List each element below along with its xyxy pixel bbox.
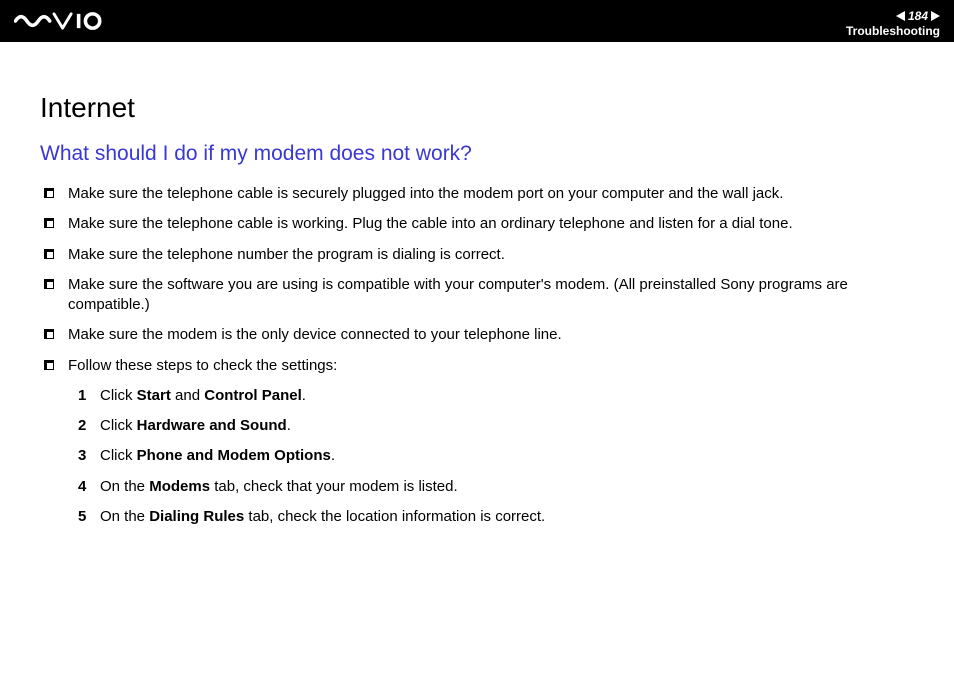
bullet-list: Make sure the telephone cable is securel… bbox=[40, 184, 914, 376]
bullet-text: Make sure the software you are using is … bbox=[68, 275, 914, 316]
vaio-logo bbox=[14, 0, 114, 42]
bullet-marker-icon bbox=[44, 218, 54, 228]
sub-heading: What should I do if my modem does not wo… bbox=[40, 142, 914, 166]
step-text: Click Start and Control Panel. bbox=[100, 386, 914, 406]
section-name: Troubleshooting bbox=[846, 24, 940, 38]
vaio-logo-svg bbox=[14, 11, 114, 31]
header-right: 184 Troubleshooting bbox=[846, 5, 940, 38]
step-text: Click Phone and Modem Options. bbox=[100, 446, 914, 466]
main-heading: Internet bbox=[40, 92, 914, 124]
step-item: 3 Click Phone and Modem Options. bbox=[78, 446, 914, 466]
bullet-marker-icon bbox=[44, 360, 54, 370]
page-content: Internet What should I do if my modem do… bbox=[0, 42, 954, 527]
step-number: 1 bbox=[78, 386, 100, 406]
numbered-steps: 1 Click Start and Control Panel. 2 Click… bbox=[40, 386, 914, 527]
bullet-item: Make sure the telephone cable is securel… bbox=[44, 184, 914, 204]
bullet-text: Make sure the telephone number the progr… bbox=[68, 245, 914, 265]
step-text: On the Modems tab, check that your modem… bbox=[100, 477, 914, 497]
bullet-marker-icon bbox=[44, 249, 54, 259]
step-item: 2 Click Hardware and Sound. bbox=[78, 416, 914, 436]
step-item: 5 On the Dialing Rules tab, check the lo… bbox=[78, 507, 914, 527]
bullet-marker-icon bbox=[44, 329, 54, 339]
page-navigation: 184 bbox=[896, 9, 940, 23]
step-item: 4 On the Modems tab, check that your mod… bbox=[78, 477, 914, 497]
step-number: 5 bbox=[78, 507, 100, 527]
bullet-item: Make sure the telephone cable is working… bbox=[44, 214, 914, 234]
header-bar: 184 Troubleshooting bbox=[0, 0, 954, 42]
bullet-text: Make sure the telephone cable is securel… bbox=[68, 184, 914, 204]
bullet-text: Make sure the telephone cable is working… bbox=[68, 214, 914, 234]
bullet-item: Make sure the software you are using is … bbox=[44, 275, 914, 316]
prev-page-arrow-icon[interactable] bbox=[896, 11, 905, 21]
step-item: 1 Click Start and Control Panel. bbox=[78, 386, 914, 406]
bullet-item: Follow these steps to check the settings… bbox=[44, 356, 914, 376]
bullet-item: Make sure the modem is the only device c… bbox=[44, 325, 914, 345]
bullet-text: Follow these steps to check the settings… bbox=[68, 356, 914, 376]
bullet-text: Make sure the modem is the only device c… bbox=[68, 325, 914, 345]
step-number: 4 bbox=[78, 477, 100, 497]
step-number: 3 bbox=[78, 446, 100, 466]
next-page-arrow-icon[interactable] bbox=[931, 11, 940, 21]
step-number: 2 bbox=[78, 416, 100, 436]
bullet-marker-icon bbox=[44, 188, 54, 198]
page-number: 184 bbox=[908, 9, 928, 23]
step-text: On the Dialing Rules tab, check the loca… bbox=[100, 507, 914, 527]
step-text: Click Hardware and Sound. bbox=[100, 416, 914, 436]
bullet-item: Make sure the telephone number the progr… bbox=[44, 245, 914, 265]
bullet-marker-icon bbox=[44, 279, 54, 289]
